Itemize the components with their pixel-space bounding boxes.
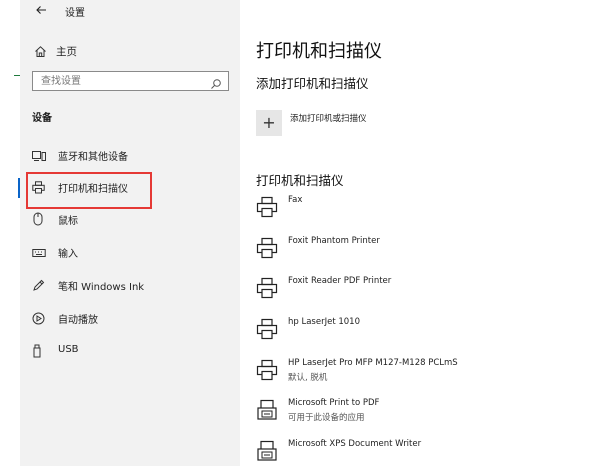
printer-icon xyxy=(256,277,278,303)
mouse-icon xyxy=(32,211,44,230)
printer-icon xyxy=(256,318,278,344)
sidebar-item-pen[interactable]: 笔和 Windows Ink xyxy=(24,270,234,298)
printer-name: Foxit Reader PDF Printer xyxy=(288,276,392,286)
pen-icon xyxy=(32,277,45,296)
keyboard-icon xyxy=(32,244,46,263)
search-box xyxy=(32,71,229,91)
printer-icon xyxy=(256,196,278,222)
section-header-devices: 设备 xyxy=(32,113,52,124)
sidebar-item-label: 蓝牙和其他设备 xyxy=(58,152,128,163)
printer-item-ms-pdf[interactable]: Microsoft Print to PDF 可用于此设备的应用 xyxy=(256,396,576,430)
sidebar-item-label: 笔和 Windows Ink xyxy=(58,282,145,293)
sidebar-item-mouse[interactable]: 鼠标 xyxy=(24,204,234,232)
autoplay-icon xyxy=(32,310,45,329)
home-nav-item[interactable]: 主页 xyxy=(32,40,228,62)
printer-name: Microsoft Print to PDF xyxy=(288,398,380,408)
printer-name: Foxit Phantom Printer xyxy=(288,236,380,246)
back-arrow-icon xyxy=(36,6,46,14)
printer-status: 默认, 脱机 xyxy=(288,373,328,383)
sidebar-item-bluetooth[interactable]: 蓝牙和其他设备 xyxy=(24,140,234,168)
printer-item-hp-1010[interactable]: hp LaserJet 1010 xyxy=(256,315,576,349)
printer-item-hp-mfp[interactable]: HP LaserJet Pro MFP M127-M128 PCLmS 默认, … xyxy=(256,356,576,390)
printer-name: Fax xyxy=(288,195,303,205)
printer-icon xyxy=(32,179,45,198)
printer-name: hp LaserJet 1010 xyxy=(288,317,360,327)
back-button[interactable] xyxy=(32,3,50,21)
sidebar-item-label: 输入 xyxy=(58,249,78,260)
printer-name: Microsoft XPS Document Writer xyxy=(288,439,422,449)
page-title: 打印机和扫描仪 xyxy=(256,41,382,62)
home-label: 主页 xyxy=(56,46,77,58)
sidebar-item-label: USB xyxy=(58,344,79,355)
search-input[interactable] xyxy=(33,72,209,90)
plus-icon: + xyxy=(262,113,276,132)
sidebar-item-label: 自动播放 xyxy=(58,315,98,326)
xps-printer-icon xyxy=(256,440,278,466)
add-section-title: 添加打印机和扫描仪 xyxy=(256,76,369,91)
usb-icon xyxy=(32,343,42,362)
search-icon[interactable] xyxy=(210,75,222,94)
bluetooth-devices-icon xyxy=(32,147,46,166)
printers-section-title: 打印机和扫描仪 xyxy=(256,173,344,188)
home-icon xyxy=(34,43,47,62)
window-title: 设置 xyxy=(65,8,85,19)
printer-icon xyxy=(256,359,278,385)
sidebar-item-printers[interactable]: 打印机和扫描仪 xyxy=(24,172,234,200)
sidebar-item-autoplay[interactable]: 自动播放 xyxy=(24,303,234,331)
printer-icon xyxy=(256,237,278,263)
background-window-edge xyxy=(0,0,21,466)
printer-item-foxit-reader[interactable]: Foxit Reader PDF Printer xyxy=(256,274,576,308)
printer-name: HP LaserJet Pro MFP M127-M128 PCLmS xyxy=(288,358,458,368)
pdf-printer-icon xyxy=(256,399,278,425)
sidebar-item-label: 鼠标 xyxy=(58,216,78,227)
sidebar: 设置 主页 设备 蓝牙和其他设备 xyxy=(20,0,240,466)
add-printer-label[interactable]: 添加打印机或扫描仪 xyxy=(290,112,367,124)
printer-item-fax[interactable]: Fax xyxy=(256,193,576,227)
sidebar-item-usb[interactable]: USB xyxy=(24,336,234,364)
main-content: 打印机和扫描仪 添加打印机和扫描仪 + 添加打印机或扫描仪 打印机和扫描仪 Fa… xyxy=(240,0,594,466)
title-bar: 设置 xyxy=(20,0,240,24)
printer-item-foxit-phantom[interactable]: Foxit Phantom Printer xyxy=(256,234,576,268)
sidebar-item-label: 打印机和扫描仪 xyxy=(58,184,128,195)
sidebar-item-typing[interactable]: 输入 xyxy=(24,237,234,265)
printer-status: 可用于此设备的应用 xyxy=(288,413,365,423)
add-printer-button[interactable]: + xyxy=(256,110,282,136)
